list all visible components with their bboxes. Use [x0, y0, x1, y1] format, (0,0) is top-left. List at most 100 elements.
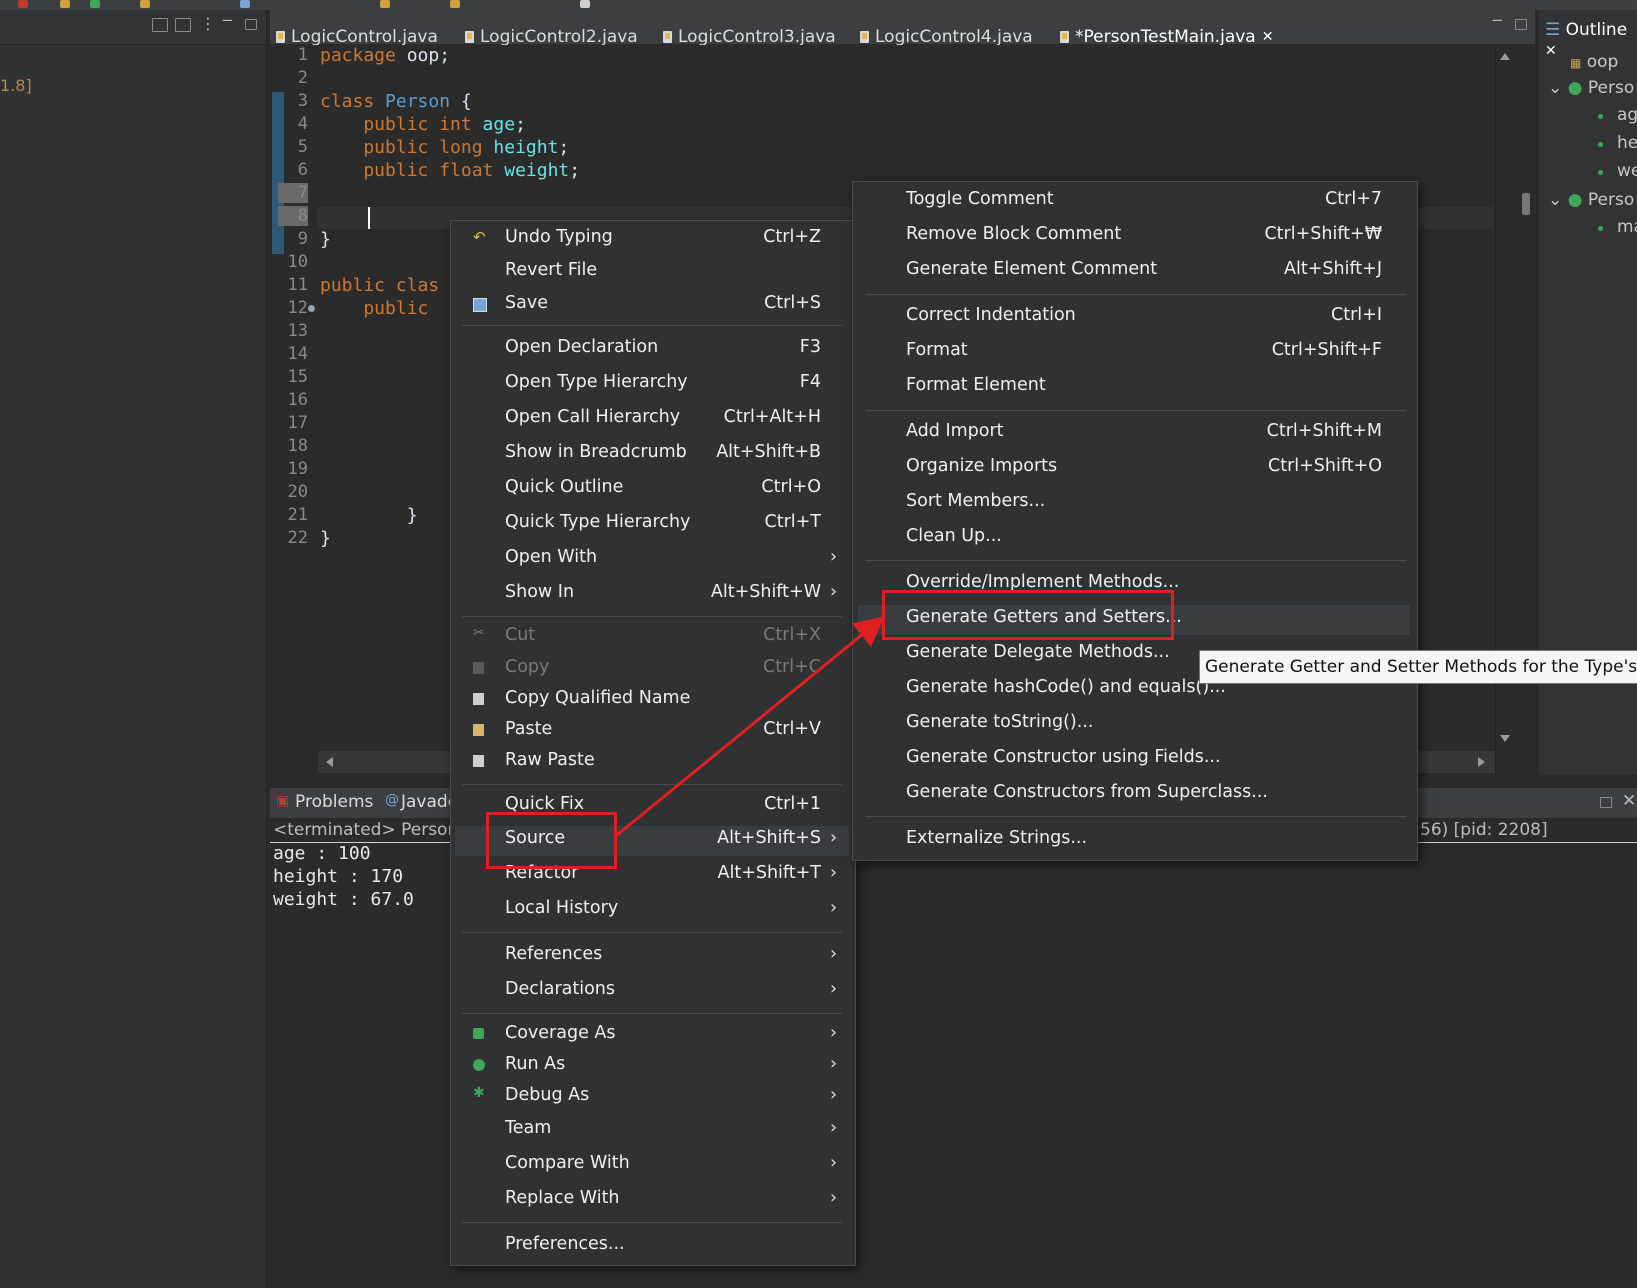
toolbar-icon[interactable] [580, 0, 590, 8]
submenu-item-correct-indentation[interactable]: Correct Indentation Ctrl+I [858, 303, 1410, 333]
menu-item-compare-with[interactable]: Compare With › [455, 1151, 849, 1181]
outline-field-height[interactable]: he [1617, 133, 1637, 153]
outline-class-persontestmain[interactable]: ⌄ ● Perso [1548, 190, 1634, 210]
submenu-item-remove-block-comment[interactable]: Remove Block Comment Ctrl+Shift+₩ [858, 222, 1410, 252]
menu-separator [866, 816, 1406, 817]
line-number: 3 [297, 91, 308, 111]
toolbar-icon[interactable] [450, 0, 460, 8]
menu-item-open-with[interactable]: Open With › [455, 545, 849, 575]
jre-library-label[interactable]: 1.8] [0, 76, 32, 95]
line-number: 12 [287, 298, 308, 318]
submenu-item-add-import[interactable]: Add Import Ctrl+Shift+M [858, 419, 1410, 449]
close-tab-icon[interactable]: ✕ [1262, 29, 1274, 45]
field-icon [1598, 142, 1603, 147]
tooltip: Generate Getter and Setter Methods for t… [1199, 650, 1637, 684]
tab-label: LogicControl2.java [480, 27, 638, 47]
toolbar-icon[interactable] [240, 0, 250, 8]
menu-item-coverage-as[interactable]: Coverage As › [455, 1021, 849, 1051]
toolbar-icon[interactable] [60, 0, 70, 8]
submenu-item-generate-constructors-superclass[interactable]: Generate Constructors from Superclass... [858, 780, 1410, 810]
outline-field-weight[interactable]: we [1617, 161, 1637, 181]
menu-item-quick-type-hierarchy[interactable]: Quick Type Hierarchy Ctrl+T [455, 510, 849, 540]
menu-item-copy-qualified-name[interactable]: Copy Qualified Name [455, 686, 849, 716]
minimize-icon[interactable]: ‒ [1492, 10, 1503, 30]
code-line-1: package oop; [320, 45, 451, 66]
scroll-right-icon[interactable] [1478, 757, 1485, 767]
menu-item-revert-file[interactable]: Revert File [455, 258, 849, 288]
menu-item-paste[interactable]: Paste Ctrl+V [455, 717, 849, 747]
debug-icon[interactable] [18, 0, 28, 8]
menu-item-local-history[interactable]: Local History › [455, 896, 849, 926]
line-number: 8 [278, 206, 308, 226]
menu-item-team[interactable]: Team › [455, 1116, 849, 1146]
submenu-arrow-icon: › [830, 582, 837, 602]
menu-item-run-as[interactable]: Run As › [455, 1052, 849, 1082]
maximize-icon[interactable] [1600, 797, 1612, 808]
menu-item-open-type-hierarchy[interactable]: Open Type Hierarchy F4 [455, 370, 849, 400]
save-icon [473, 298, 487, 312]
submenu-item-toggle-comment[interactable]: Toggle Comment Ctrl+7 [858, 187, 1410, 217]
menu-item-copy[interactable]: Copy Ctrl+C [455, 655, 849, 685]
chevron-down-icon[interactable]: ⌄ [1548, 78, 1562, 98]
submenu-arrow-icon: › [830, 1023, 837, 1043]
menu-item-undo-typing[interactable]: ↶ Undo Typing Ctrl+Z [455, 225, 849, 255]
close-outline-icon[interactable]: ✕ [1545, 43, 1557, 59]
menu-item-save[interactable]: Save Ctrl+S [455, 291, 849, 321]
java-file-icon [465, 31, 474, 43]
collapse-all-icon[interactable] [152, 18, 168, 32]
submenu-item-organize-imports[interactable]: Organize Imports Ctrl+Shift+O [858, 454, 1410, 484]
outline-method-main[interactable]: ma [1617, 217, 1637, 237]
menu-item-raw-paste[interactable]: Raw Paste [455, 748, 849, 778]
line-number: 6 [297, 160, 308, 180]
line-number: 16 [287, 390, 308, 410]
line-number: 21 [287, 505, 308, 525]
menu-item-cut[interactable]: ✂ Cut Ctrl+X [455, 623, 849, 653]
scroll-up-icon[interactable] [1500, 53, 1510, 60]
chevron-down-icon[interactable]: ⌄ [1548, 190, 1562, 210]
maximize-icon[interactable] [245, 19, 257, 30]
outline-field-age[interactable]: ag [1617, 105, 1637, 125]
editor-tab-bar: LogicControl.java LogicControl2.java Log… [270, 10, 1535, 54]
menu-item-open-declaration[interactable]: Open Declaration F3 [455, 335, 849, 365]
code-line-4: public int age; [320, 114, 526, 135]
menu-separator [866, 410, 1406, 411]
code-line-21: } [320, 505, 418, 526]
submenu-item-generate-constructor-fields[interactable]: Generate Constructor using Fields... [858, 745, 1410, 775]
submenu-item-generate-tostring[interactable]: Generate toString()... [858, 710, 1410, 740]
maximize-icon[interactable] [1515, 19, 1527, 30]
view-menu-icon[interactable]: ⋮ [200, 14, 216, 33]
menu-item-preferences[interactable]: Preferences... [455, 1232, 849, 1262]
outline-class-person[interactable]: ⌄ ● Perso [1548, 78, 1634, 98]
toolbar-icon[interactable] [380, 0, 390, 8]
menu-item-declarations[interactable]: Declarations › [455, 977, 849, 1007]
class-icon: ● [1567, 78, 1583, 98]
menu-item-references[interactable]: References › [455, 942, 849, 972]
submenu-item-format[interactable]: Format Ctrl+Shift+F [858, 338, 1410, 368]
minimize-icon[interactable]: ‒ [222, 10, 233, 30]
tab-javadoc[interactable]: Javadc [401, 792, 457, 812]
toolbar-icon[interactable] [140, 0, 150, 8]
console-header: <terminated> Person [273, 820, 459, 840]
tab-problems[interactable]: Problems [295, 792, 373, 812]
menu-item-quick-outline[interactable]: Quick Outline Ctrl+O [455, 475, 849, 505]
menu-item-open-call-hierarchy[interactable]: Open Call Hierarchy Ctrl+Alt+H [455, 405, 849, 435]
submenu-item-sort-members[interactable]: Sort Members... [858, 489, 1410, 519]
submenu-arrow-icon: › [830, 1054, 837, 1074]
submenu-item-format-element[interactable]: Format Element [858, 373, 1410, 403]
submenu-item-generate-element-comment[interactable]: Generate Element Comment Alt+Shift+J [858, 257, 1410, 287]
line-number: 10 [287, 252, 308, 272]
menu-item-replace-with[interactable]: Replace With › [455, 1186, 849, 1216]
link-editor-icon[interactable] [175, 18, 191, 32]
toolbar-icon[interactable] [90, 0, 100, 8]
scroll-down-icon[interactable] [1500, 735, 1510, 742]
menu-item-show-in[interactable]: Show In Alt+Shift+W › [455, 580, 849, 610]
line-number: 18 [287, 436, 308, 456]
menu-item-show-in-breadcrumb[interactable]: Show in Breadcrumb Alt+Shift+B [455, 440, 849, 470]
outline-scrollbar-thumb[interactable] [1522, 193, 1530, 215]
submenu-item-clean-up[interactable]: Clean Up... [858, 524, 1410, 554]
submenu-item-externalize-strings[interactable]: Externalize Strings... [858, 826, 1410, 856]
scroll-left-icon[interactable] [326, 757, 333, 767]
outline-package[interactable]: ▦ oop [1570, 52, 1618, 72]
menu-item-debug-as[interactable]: ✱ Debug As › [455, 1083, 849, 1113]
close-icon[interactable]: ✕ [1622, 791, 1636, 811]
